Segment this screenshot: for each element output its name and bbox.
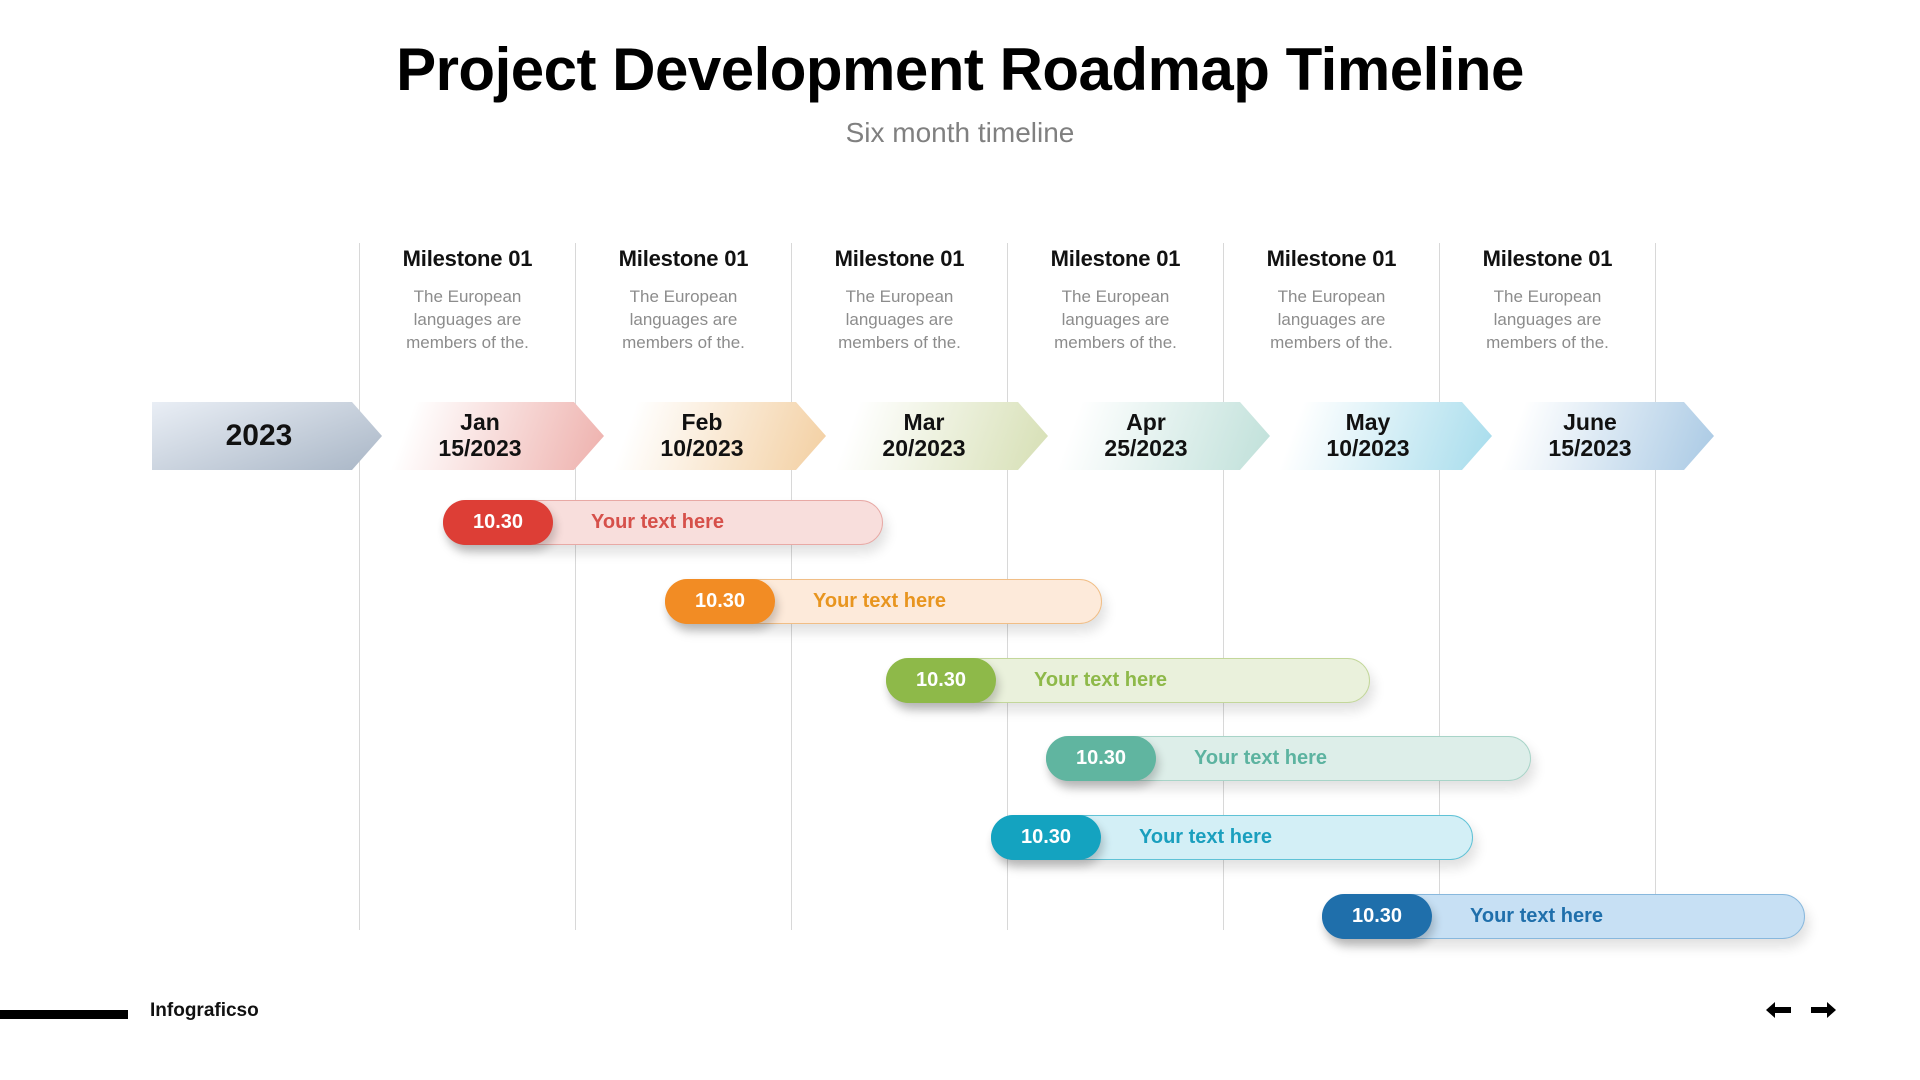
milestone-column: Milestone 01 The European languages are m… [1008,246,1223,396]
slide-header: Project Development Roadmap Timeline Six… [0,0,1920,149]
milestone-column: Milestone 01 The European languages are m… [792,246,1007,396]
task-bar-label: Your text here [1470,905,1603,927]
timeline-month-chevron[interactable]: June 15/2023 [1478,402,1714,470]
milestone-title: Milestone 01 [834,246,965,271]
milestone-title: Milestone 01 [1482,246,1613,271]
milestone-title: Milestone 01 [1266,246,1397,271]
task-time-value: 10.30 [1351,905,1403,927]
timeline-month-label: Apr 25/2023 [1104,410,1187,462]
page-subtitle: Six month timeline [845,117,1075,148]
milestone-column: Milestone 01 The European languages are m… [1224,246,1439,396]
task-time-pill[interactable]: 10.30 [443,500,553,545]
footer-rule [0,1010,128,1019]
timeline-month-label: Feb 10/2023 [660,410,743,462]
month-name: Feb [681,409,723,436]
task-bar[interactable]: Your text here 10.30 [665,579,1102,624]
task-time-value: 10.30 [472,511,524,533]
task-time-pill[interactable]: 10.30 [991,815,1101,860]
task-time-pill[interactable]: 10.30 [886,658,996,703]
month-name: Apr [1126,409,1166,436]
task-time-value: 10.30 [915,669,967,691]
month-name: Mar [903,409,945,436]
task-bar-label: Your text here [1139,826,1272,848]
timeline-month-label: June 15/2023 [1548,410,1631,462]
task-bar-label: Your text here [591,511,724,533]
timeline-month-label: Mar 20/2023 [882,410,965,462]
footer-brand: Infograficso [150,1000,259,1021]
timeline-month-chevron[interactable]: May 10/2023 [1256,402,1492,470]
task-time-pill[interactable]: 10.30 [1322,894,1432,939]
page-title: Project Development Roadmap Timeline [396,36,1524,103]
milestone-description: The European languages are members of th… [1054,287,1177,352]
task-bar[interactable]: Your text here 10.30 [991,815,1473,860]
milestone-description: The European languages are members of th… [838,287,961,352]
timeline-year-label: 2023 [225,419,293,453]
timeline-month-chevron[interactable]: Feb 10/2023 [590,402,826,470]
milestone-description: The European languages are members of th… [622,287,745,352]
slide-canvas: Project Development Roadmap Timeline Six… [0,0,1920,1080]
milestone-description: The European languages are members of th… [1270,287,1393,352]
task-time-pill[interactable]: 10.30 [1046,736,1156,781]
month-date: 25/2023 [1104,435,1188,461]
task-time-value: 10.30 [1020,826,1072,848]
milestone-title: Milestone 01 [618,246,749,271]
milestone-row: Milestone 01 The European languages are m… [360,246,1680,396]
task-time-value: 10.30 [694,590,746,612]
milestone-column: Milestone 01 The European languages are m… [1440,246,1655,396]
task-bar-label: Your text here [813,590,946,612]
timeline-chevron-row: 2023 Jan 15/2023 Feb 10/2023 Mar 20/2023 Apr 25/… [152,402,1716,470]
milestone-description: The European languages are members of th… [1486,287,1609,352]
month-date: 20/2023 [882,435,966,461]
task-time-pill[interactable]: 10.30 [665,579,775,624]
month-date: 10/2023 [660,435,744,461]
timeline-month-label: May 10/2023 [1326,410,1409,462]
task-bar[interactable]: Your text here 10.30 [1046,736,1531,781]
task-bar[interactable]: Your text here 10.30 [443,500,883,545]
month-name: June [1563,409,1617,436]
arrow-right-icon[interactable] [1808,998,1838,1022]
arrow-left-icon[interactable] [1764,998,1794,1022]
task-bar-label: Your text here [1034,669,1167,691]
month-date: 10/2023 [1326,435,1410,461]
task-bar[interactable]: Your text here 10.30 [1322,894,1805,939]
slide-navigation[interactable] [1764,998,1838,1022]
timeline-year-block: 2023 [152,402,382,470]
task-bar[interactable]: Your text here 10.30 [886,658,1370,703]
month-name: Jan [460,409,500,436]
timeline-month-chevron[interactable]: Mar 20/2023 [812,402,1048,470]
month-date: 15/2023 [438,435,522,461]
milestone-title: Milestone 01 [1050,246,1181,271]
month-name: May [1345,409,1391,436]
milestone-title: Milestone 01 [402,246,533,271]
milestone-description: The European languages are members of th… [406,287,529,352]
task-bar-label: Your text here [1194,747,1327,769]
month-date: 15/2023 [1548,435,1632,461]
timeline-month-chevron[interactable]: Jan 15/2023 [368,402,604,470]
milestone-column: Milestone 01 The European languages are m… [360,246,575,396]
milestone-column: Milestone 01 The European languages are m… [576,246,791,396]
timeline-month-label: Jan 15/2023 [438,410,521,462]
timeline-month-chevron[interactable]: Apr 25/2023 [1034,402,1270,470]
task-time-value: 10.30 [1075,747,1127,769]
